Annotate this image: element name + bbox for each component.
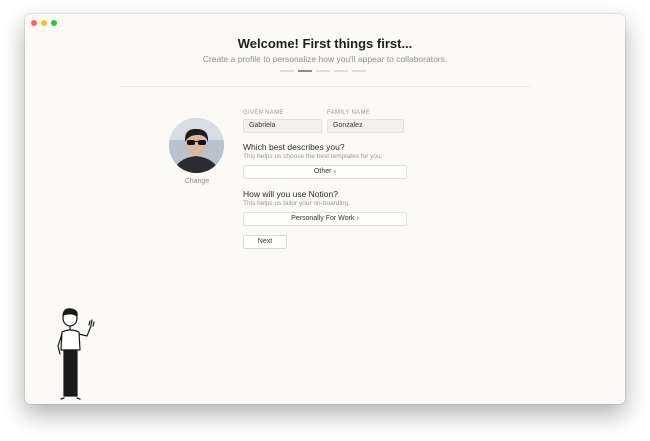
step-1: [280, 70, 294, 72]
avatar[interactable]: [169, 118, 224, 173]
step-5: [352, 70, 366, 72]
page-subtitle: Create a profile to personalize how you'…: [202, 54, 448, 64]
given-name-label: GIVEN NAME: [243, 110, 284, 116]
window-controls: [31, 20, 57, 26]
step-3: [316, 70, 330, 72]
close-window-button[interactable]: [31, 20, 37, 26]
describe-question: Which best describes you?: [243, 142, 345, 152]
zoom-window-button[interactable]: [51, 20, 57, 26]
waving-person-illustration: [57, 308, 95, 400]
caret-down-icon: ▾: [333, 169, 337, 175]
describe-select-value: Other: [313, 168, 332, 175]
given-name-field[interactable]: Gabriela: [243, 119, 322, 133]
minimize-window-button[interactable]: [41, 20, 47, 26]
step-4: [334, 70, 348, 72]
header-divider: [120, 86, 530, 87]
step-indicator: [280, 70, 366, 72]
describe-select[interactable]: Other ▾: [243, 165, 407, 179]
avatar-photo: [169, 118, 224, 173]
app-window: Welcome! First things first... Create a …: [25, 14, 625, 404]
caret-down-icon: ▾: [356, 216, 359, 222]
usage-select-value: Personally For Work: [291, 215, 355, 222]
change-avatar-link[interactable]: Change: [172, 178, 222, 185]
family-name-field[interactable]: Gonzalez: [327, 119, 404, 133]
page-title: Welcome! First things first...: [237, 36, 413, 51]
describe-hint: This helps us choose the best templates …: [243, 153, 383, 160]
usage-question: How will you use Notion?: [243, 189, 338, 199]
family-name-label: FAMILY NAME: [327, 110, 371, 116]
usage-hint: This helps us tailor your on-boarding.: [243, 200, 350, 207]
usage-select[interactable]: Personally For Work ▾: [243, 212, 407, 226]
step-2: [298, 70, 312, 72]
next-button[interactable]: Next: [243, 235, 287, 249]
